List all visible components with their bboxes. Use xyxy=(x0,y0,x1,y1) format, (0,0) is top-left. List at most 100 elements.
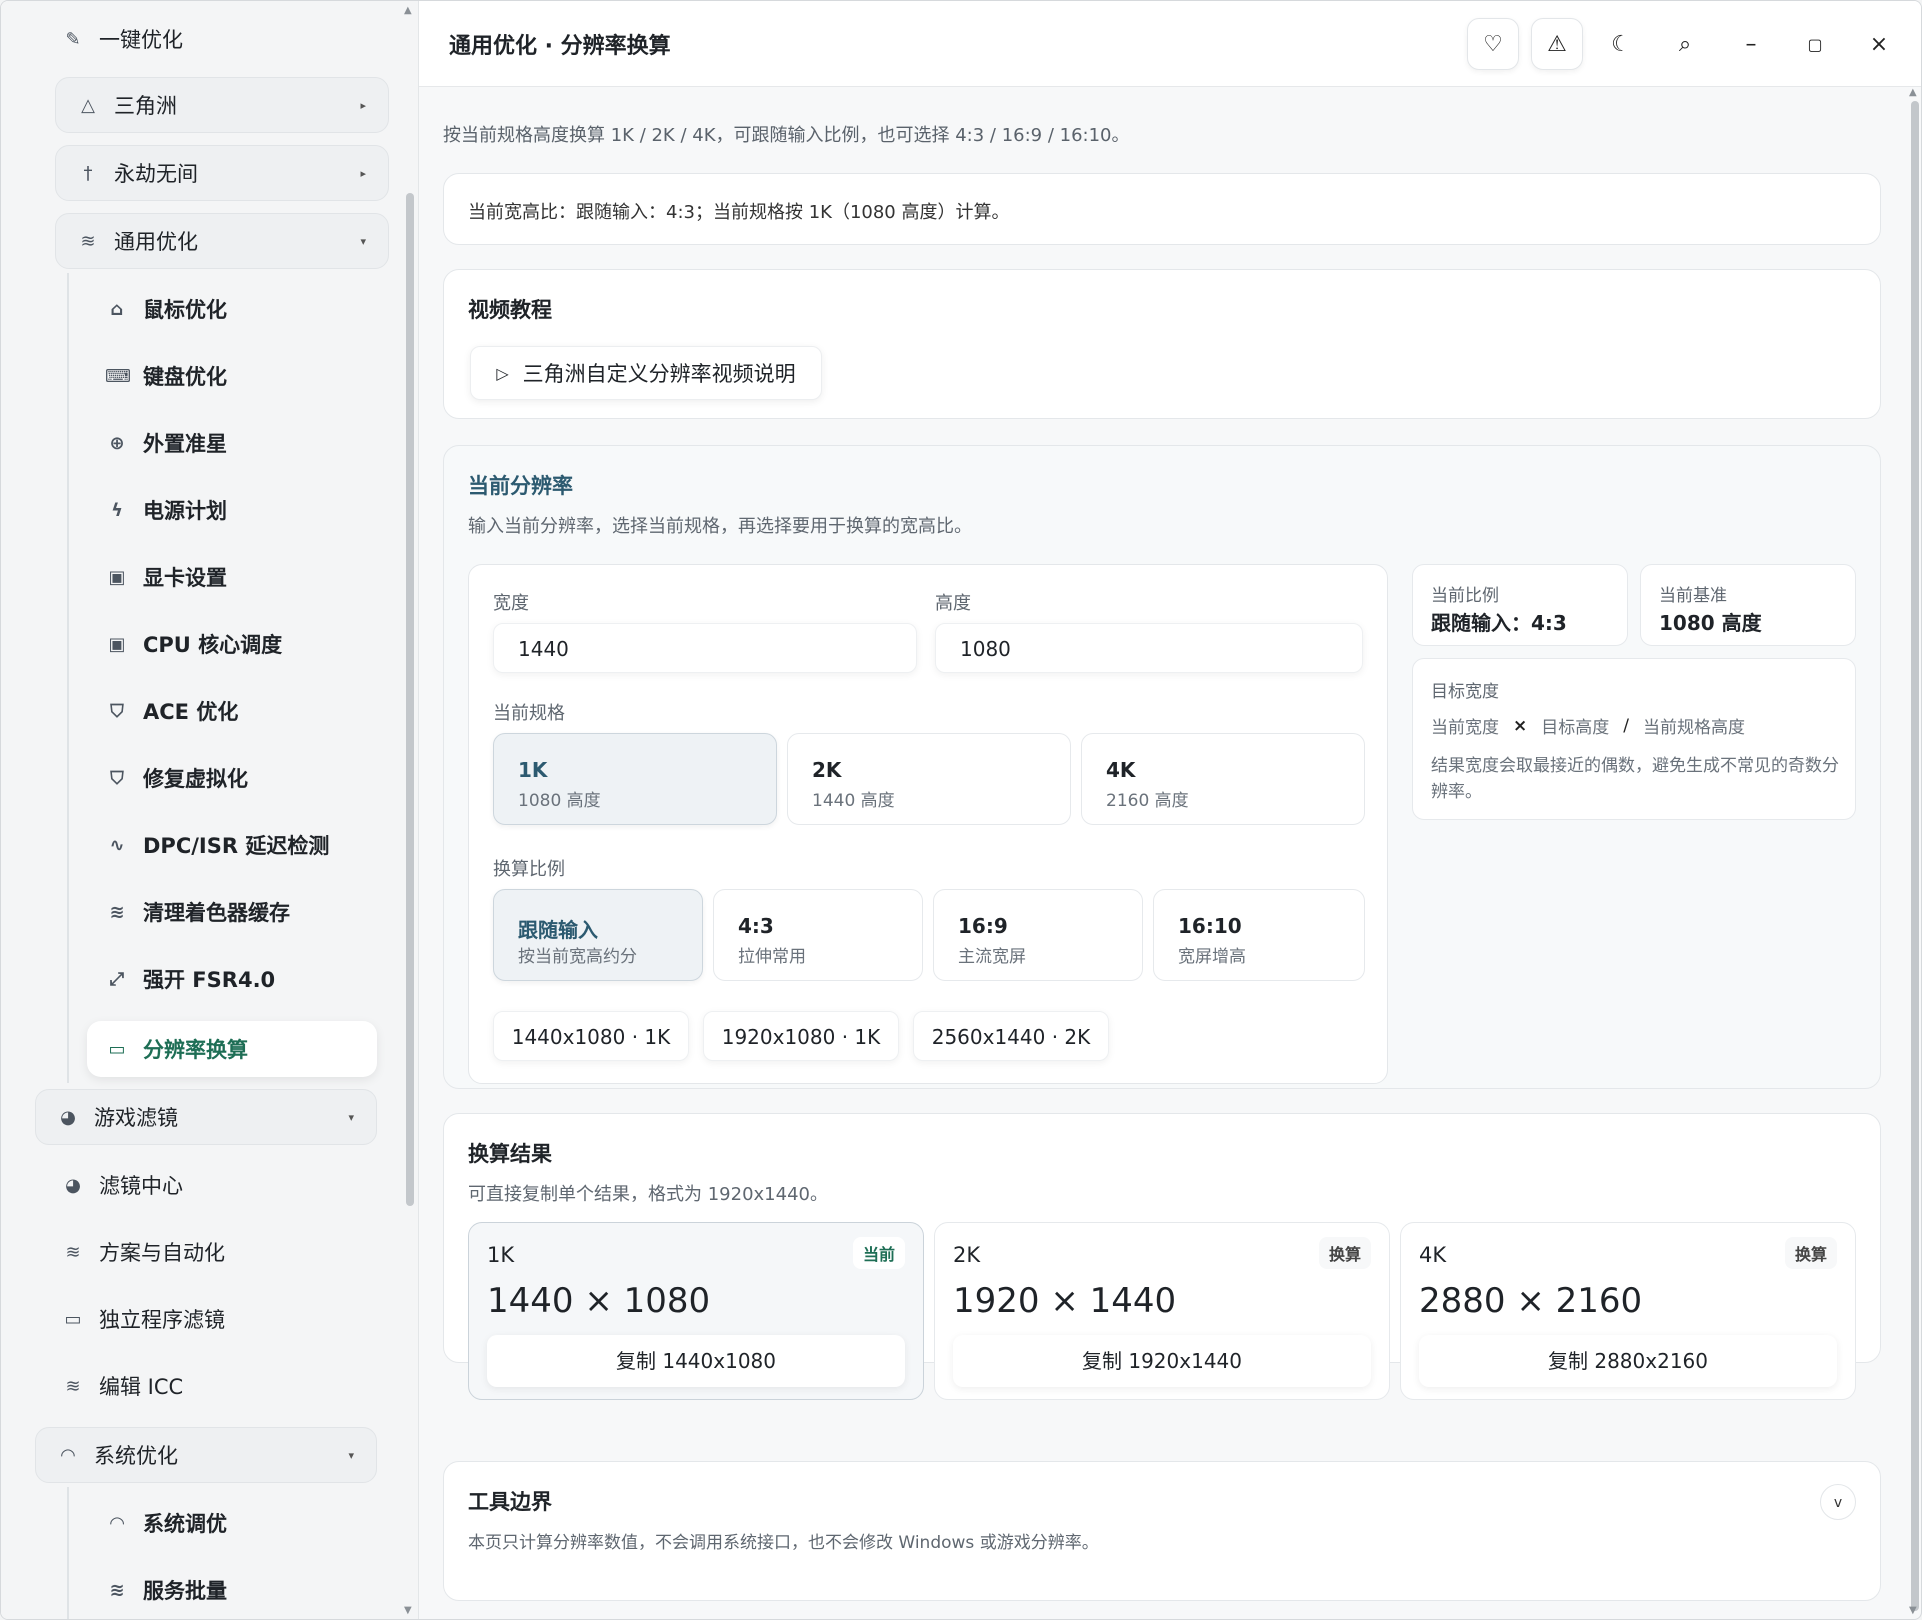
page-description: 按当前规格高度换算 1K / 2K / 4K，可跟随输入比例，也可选择 4:3 … xyxy=(443,125,1130,146)
sidebar-item-cpu[interactable]: ▣ CPU 核心调度 xyxy=(105,616,385,672)
chevron-down-icon: ▾ xyxy=(360,234,366,248)
sidebar-item-crosshair[interactable]: ⊕ 外置准星 xyxy=(105,415,385,471)
sidebar-item-mouse[interactable]: ⌂ 鼠标优化 xyxy=(105,281,385,337)
sliders-icon: ≋ xyxy=(109,1579,125,1601)
status-badge: 换算 xyxy=(1318,1237,1371,1269)
current-ratio-box: 当前比例 跟随输入：4:3 xyxy=(1412,564,1628,646)
chevron-down-icon: v xyxy=(1833,1495,1843,1511)
scroll-down-icon[interactable]: ▼ xyxy=(404,1605,412,1616)
copy-4k-button[interactable]: 复制 2880x2160 xyxy=(1419,1335,1837,1387)
sidebar-item-virtualization[interactable]: ⛉ 修复虚拟化 xyxy=(105,750,385,806)
sidebar-item-shader[interactable]: ≋ 清理着色器缓存 xyxy=(105,884,385,940)
boundary-card: 工具边界 本页只计算分辨率数值，不会调用系统接口，也不会修改 Windows 或… xyxy=(443,1461,1881,1601)
bolt-icon: ϟ xyxy=(111,499,123,521)
main-scrollbar[interactable] xyxy=(1911,101,1919,1611)
sidebar-item-services[interactable]: ≋ 服务批量 xyxy=(105,1562,385,1618)
sidebar-scrollbar[interactable] xyxy=(406,193,414,1206)
sliders-icon: ≋ xyxy=(65,1241,81,1263)
sidebar: ▲ ▼ ✎ 一键优化 △ 三角洲 ▸ † 永劫无间 ▸ ≋ 通用优化 ▾ ⌂ 鼠标… xyxy=(1,1,419,1619)
close-button[interactable]: × xyxy=(1853,18,1905,70)
sidebar-item-resolution[interactable]: ▭ 分辨率换算 xyxy=(87,1021,377,1077)
spec-option-4k[interactable]: 4K 2160 高度 xyxy=(1081,733,1365,825)
scroll-up-icon[interactable]: ▲ xyxy=(1909,87,1917,98)
sliders-icon: ≋ xyxy=(80,230,96,252)
sidebar-item-dpc[interactable]: ∿ DPC/ISR 延迟检测 xyxy=(105,817,385,873)
minimize-button[interactable]: – xyxy=(1725,18,1777,70)
width-input[interactable]: 1440 xyxy=(493,623,917,673)
video-card: 视频教程 ▷ 三角洲自定义分辨率视频说明 xyxy=(443,269,1881,419)
height-input[interactable]: 1080 xyxy=(935,623,1363,673)
sidebar-item-filter-center[interactable]: ◕ 滤镜中心 xyxy=(61,1157,381,1213)
sidebar-group-filters[interactable]: ◕ 游戏滤镜 ▾ xyxy=(35,1089,377,1145)
sidebar-item-power[interactable]: ϟ 电源计划 xyxy=(105,482,385,538)
title-bar: 通用优化 · 分辨率换算 ♡ ⚠ ☾ ⌕ – ▢ × xyxy=(419,1,1921,87)
keyboard-icon: ⌨ xyxy=(105,365,131,387)
tree-guide xyxy=(67,1487,69,1619)
chevron-right-icon: ▸ xyxy=(360,98,366,112)
shield-icon: ⛉ xyxy=(110,700,124,722)
copy-2k-button[interactable]: 复制 1920x1440 xyxy=(953,1335,1371,1387)
preset-1440x1080[interactable]: 1440x1080 · 1K xyxy=(493,1011,689,1061)
results-desc: 可直接复制单个结果，格式为 1920x1440。 xyxy=(468,1184,828,1205)
sidebar-item-ace[interactable]: ⛉ ACE 优化 xyxy=(105,683,385,739)
monitor-icon: ▭ xyxy=(64,1308,82,1330)
width-label: 宽度 xyxy=(493,593,529,614)
status-badge: 换算 xyxy=(1784,1237,1837,1269)
search-button[interactable]: ⌕ xyxy=(1659,18,1711,70)
sidebar-item-keyboard[interactable]: ⌨ 键盘优化 xyxy=(105,348,385,404)
sidebar-item-one-click[interactable]: ✎ 一键优化 xyxy=(61,11,381,67)
resolution-input-panel: 宽度 1440 高度 1080 当前规格 1K 1080 高度 2K 1440 … xyxy=(468,564,1388,1084)
ratio-option-16-9[interactable]: 16:9 主流宽屏 xyxy=(933,889,1143,981)
sidebar-group-system[interactable]: ◠ 系统优化 ▾ xyxy=(35,1427,377,1483)
spec-option-2k[interactable]: 2K 1440 高度 xyxy=(787,733,1071,825)
triangle-icon: △ xyxy=(81,94,95,116)
result-4k: 4K 换算 2880 × 2160 复制 2880x2160 xyxy=(1400,1222,1856,1400)
scroll-down-icon[interactable]: ▼ xyxy=(1909,1605,1917,1616)
ratio-option-4-3[interactable]: 4:3 拉伸常用 xyxy=(713,889,923,981)
sidebar-group-naraka[interactable]: † 永劫无间 ▸ xyxy=(55,145,389,201)
scroll-up-icon[interactable]: ▲ xyxy=(404,5,412,16)
preset-1920x1080[interactable]: 1920x1080 · 1K xyxy=(703,1011,899,1061)
favorite-button[interactable]: ♡ xyxy=(1467,18,1519,70)
ratio-option-16-10[interactable]: 16:10 宽屏增高 xyxy=(1153,889,1365,981)
gauge-icon: ◠ xyxy=(110,1512,124,1534)
sidebar-item-fsr[interactable]: ⤢ 强开 FSR4.0 xyxy=(105,951,385,1007)
crosshair-icon: ⊕ xyxy=(109,432,125,454)
palette-icon: ◕ xyxy=(60,1106,76,1128)
heart-icon: ♡ xyxy=(1483,31,1503,57)
sidebar-item-icc[interactable]: ≋ 编辑 ICC xyxy=(61,1358,381,1414)
sidebar-item-automation[interactable]: ≋ 方案与自动化 xyxy=(61,1224,381,1280)
sidebar-group-general[interactable]: ≋ 通用优化 ▾ xyxy=(55,213,389,269)
sidebar-item-gpu[interactable]: ▣ 显卡设置 xyxy=(105,549,385,605)
ratio-option-follow[interactable]: 跟随输入 按当前宽高约分 xyxy=(493,889,703,981)
video-tutorial-button[interactable]: ▷ 三角洲自定义分辨率视频说明 xyxy=(470,346,822,400)
copy-1k-button[interactable]: 复制 1440x1080 xyxy=(487,1335,905,1387)
sidebar-group-delta[interactable]: △ 三角洲 ▸ xyxy=(55,77,389,133)
sidebar-item-app-filter[interactable]: ▭ 独立程序滤镜 xyxy=(61,1291,381,1347)
page-title: 通用优化 · 分辨率换算 xyxy=(449,34,671,59)
video-title: 视频教程 xyxy=(468,298,552,322)
layers-icon: ≋ xyxy=(109,901,125,923)
close-icon: × xyxy=(1869,31,1889,57)
monitor-icon: ▭ xyxy=(108,1038,126,1060)
alert-button[interactable]: ⚠ xyxy=(1531,18,1583,70)
gauge-icon: ◠ xyxy=(60,1444,76,1466)
maximize-button[interactable]: ▢ xyxy=(1789,18,1841,70)
spec-label: 当前规格 xyxy=(493,703,565,724)
boundary-title: 工具边界 xyxy=(468,1490,552,1514)
app-window: ▲ ▼ ✎ 一键优化 △ 三角洲 ▸ † 永劫无间 ▸ ≋ 通用优化 ▾ ⌂ 鼠标… xyxy=(0,0,1922,1620)
result-2k: 2K 换算 1920 × 1440 复制 1920x1440 xyxy=(934,1222,1390,1400)
sword-icon: † xyxy=(83,162,93,184)
expand-button[interactable]: v xyxy=(1820,1484,1856,1520)
formula-note: 结果宽度会取最接近的偶数，避免生成不常见的奇数分辨率。 xyxy=(1431,756,1839,802)
theme-toggle-button[interactable]: ☾ xyxy=(1595,18,1647,70)
preset-2560x1440[interactable]: 2560x1440 · 2K xyxy=(913,1011,1109,1061)
chip-icon: ▣ xyxy=(108,566,126,588)
current-resolution-desc: 输入当前分辨率，选择当前规格，再选择要用于换算的宽高比。 xyxy=(468,516,972,537)
results-title: 换算结果 xyxy=(468,1142,552,1166)
formula-box: 目标宽度 当前宽度 × 目标高度 / 当前规格高度 结果宽度会取最接近的偶数，避… xyxy=(1412,658,1856,820)
spec-option-1k[interactable]: 1K 1080 高度 xyxy=(493,733,777,825)
sidebar-item-system-tune[interactable]: ◠ 系统调优 xyxy=(105,1495,385,1551)
play-icon: ▷ xyxy=(496,363,509,383)
expand-icon: ⤢ xyxy=(109,968,125,990)
